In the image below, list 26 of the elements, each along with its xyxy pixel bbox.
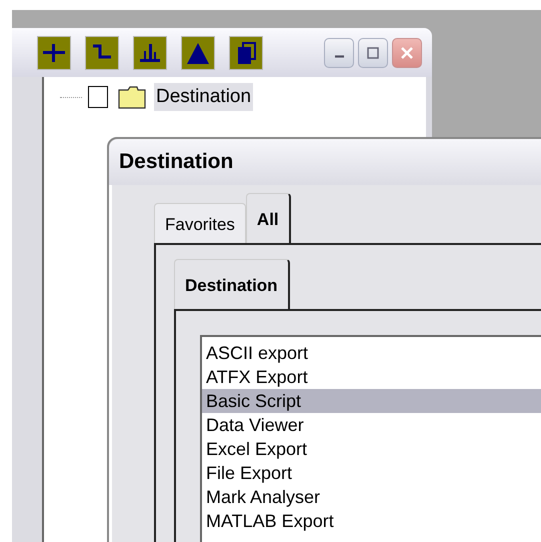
list-item[interactable]: Excel Export	[202, 437, 541, 461]
list-item[interactable]: MATLAB Export	[202, 509, 541, 533]
list-item[interactable]: ATFX Export	[202, 365, 541, 389]
dialog-title: Destination	[109, 139, 541, 185]
maximize-button[interactable]	[358, 38, 388, 68]
checkbox[interactable]	[88, 86, 108, 108]
maximize-icon	[367, 46, 379, 58]
list-item[interactable]: Basic Script	[202, 389, 541, 413]
list-item[interactable]: Data Viewer	[202, 413, 541, 437]
list-item[interactable]: Mark Analyser	[202, 485, 541, 509]
tab[interactable]: Destination	[174, 259, 290, 309]
peaks-tool-button[interactable]	[133, 36, 167, 70]
crosshair-tool-button[interactable]	[37, 36, 71, 70]
close-icon	[401, 46, 413, 58]
pages-tool-button[interactable]	[229, 36, 263, 70]
tab[interactable]: Favorites	[154, 203, 246, 243]
list-item[interactable]: File Export	[202, 461, 541, 485]
minimize-icon	[334, 55, 344, 58]
peak-icon	[186, 40, 210, 64]
step-tool-button[interactable]	[85, 36, 119, 70]
list-item[interactable]: ASCII export	[202, 341, 541, 365]
tree-item[interactable]: Destination	[154, 83, 254, 111]
peak-tool-button[interactable]	[181, 36, 215, 70]
close-button[interactable]	[392, 38, 422, 68]
folder-icon	[118, 85, 146, 109]
tab[interactable]: All	[246, 193, 291, 243]
